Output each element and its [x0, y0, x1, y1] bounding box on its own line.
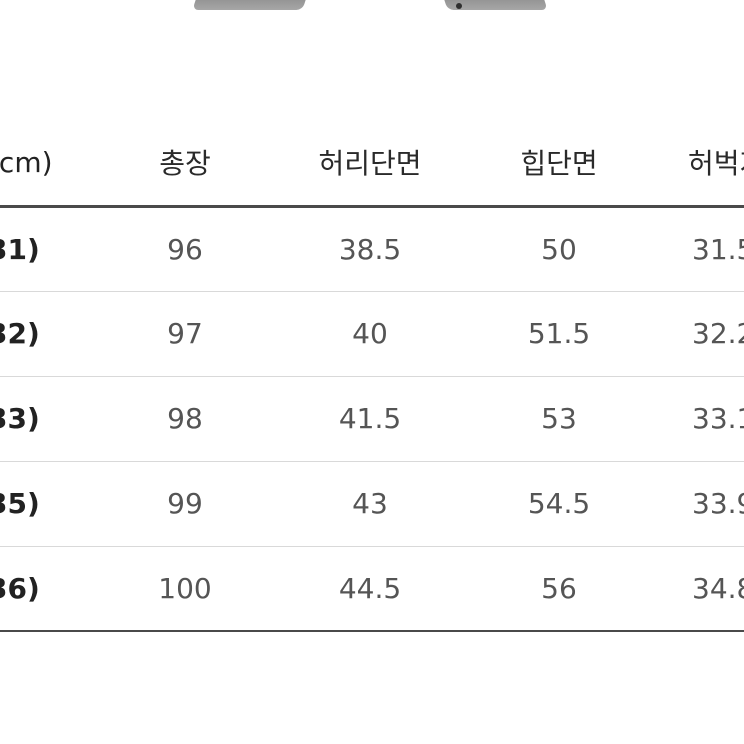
header-waist: 허리단면 — [310, 120, 430, 208]
table-row: 31) 96 38.5 50 31.5 — [0, 206, 744, 292]
thigh-cell: 33.9 — [688, 461, 744, 547]
header-size: (cm) — [0, 120, 60, 208]
thigh-cell: 33.1 — [688, 376, 744, 462]
header-thigh: 허벅지단면 — [688, 120, 744, 208]
size-table: (cm) 총장 허리단면 힙단면 허벅지단면 31) 96 38.5 50 31… — [0, 120, 744, 632]
length-cell: 98 — [60, 376, 310, 462]
waist-cell: 38.5 — [310, 206, 430, 292]
length-cell: 100 — [60, 546, 310, 632]
hip-cell: 53 — [430, 376, 688, 462]
header-row: (cm) 총장 허리단면 힙단면 허벅지단면 — [0, 120, 744, 208]
table-row: 32) 97 40 51.5 32.2 — [0, 291, 744, 377]
header-hip: 힙단면 — [430, 120, 688, 208]
size-cell: 31) — [0, 206, 60, 292]
hip-cell: 50 — [430, 206, 688, 292]
hip-cell: 56 — [430, 546, 688, 632]
thigh-cell: 31.5 — [688, 206, 744, 292]
waist-cell: 41.5 — [310, 376, 430, 462]
product-image-fragment-left — [192, 0, 308, 10]
hip-cell: 54.5 — [430, 461, 688, 547]
waist-cell: 40 — [310, 291, 430, 377]
hip-cell: 51.5 — [430, 291, 688, 377]
table-row: 36) 100 44.5 56 34.8 — [0, 546, 744, 632]
size-cell: 36) — [0, 546, 60, 632]
thigh-cell: 34.8 — [688, 546, 744, 632]
size-cell: 35) — [0, 461, 60, 547]
size-cell: 33) — [0, 376, 60, 462]
product-button-dot — [456, 3, 462, 9]
length-cell: 96 — [60, 206, 310, 292]
length-cell: 99 — [60, 461, 310, 547]
header-length: 총장 — [60, 120, 310, 208]
length-cell: 97 — [60, 291, 310, 377]
size-cell: 32) — [0, 291, 60, 377]
table-row: 33) 98 41.5 53 33.1 — [0, 376, 744, 462]
table-row: 35) 99 43 54.5 33.9 — [0, 461, 744, 547]
waist-cell: 44.5 — [310, 546, 430, 632]
thigh-cell: 32.2 — [688, 291, 744, 377]
size-chart-page: (cm) 총장 허리단면 힙단면 허벅지단면 31) 96 38.5 50 31… — [0, 0, 744, 744]
waist-cell: 43 — [310, 461, 430, 547]
